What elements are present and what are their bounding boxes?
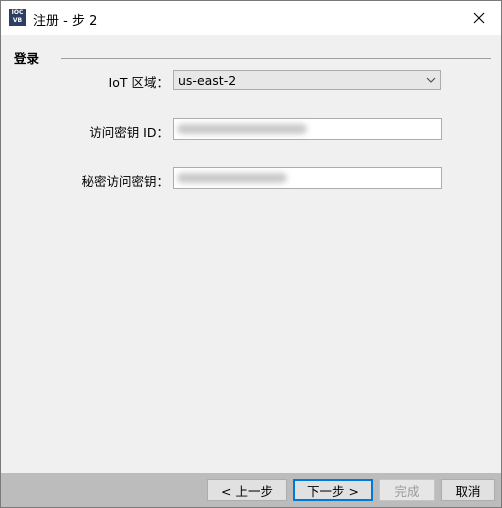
access-key-id-field[interactable]	[173, 118, 442, 140]
app-logo-text-top: IOC	[11, 9, 24, 16]
secret-key-field[interactable]	[173, 167, 442, 189]
next-button[interactable]: 下一步 >	[293, 479, 373, 501]
masked-secret-key	[177, 173, 287, 183]
app-logo-icon: IOC VB	[9, 9, 26, 26]
secret-key-label: 秘密访问密钥：	[81, 174, 169, 189]
cancel-button[interactable]: 取消	[441, 479, 495, 501]
close-icon	[473, 12, 485, 24]
iot-region-select[interactable]: us-east-2	[173, 70, 441, 90]
registration-dialog: IOC VB 注册 - 步 2 登录 IoT 区域： us-east-2 访问密…	[0, 0, 502, 508]
chevron-down-icon	[426, 77, 436, 83]
dialog-content: 登录 IoT 区域： us-east-2 访问密钥 ID： 秘密访问密钥：	[1, 35, 501, 473]
iot-region-label: IoT 区域：	[108, 75, 169, 90]
title-bar: IOC VB 注册 - 步 2	[1, 1, 501, 35]
back-button[interactable]: < 上一步	[207, 479, 287, 501]
window-title: 注册 - 步 2	[33, 14, 98, 29]
login-group-header: 登录	[11, 48, 491, 67]
finish-button[interactable]: 完成	[379, 479, 435, 501]
close-button[interactable]	[457, 1, 501, 35]
login-group-title: 登录	[14, 48, 44, 67]
button-bar: < 上一步 下一步 > 完成 取消	[1, 473, 501, 507]
app-logo-text-bottom: VB	[12, 17, 23, 24]
access-key-id-label: 访问密钥 ID：	[89, 125, 169, 140]
group-divider	[61, 58, 491, 59]
iot-region-value: us-east-2	[178, 73, 237, 88]
masked-access-key-id	[177, 124, 307, 134]
